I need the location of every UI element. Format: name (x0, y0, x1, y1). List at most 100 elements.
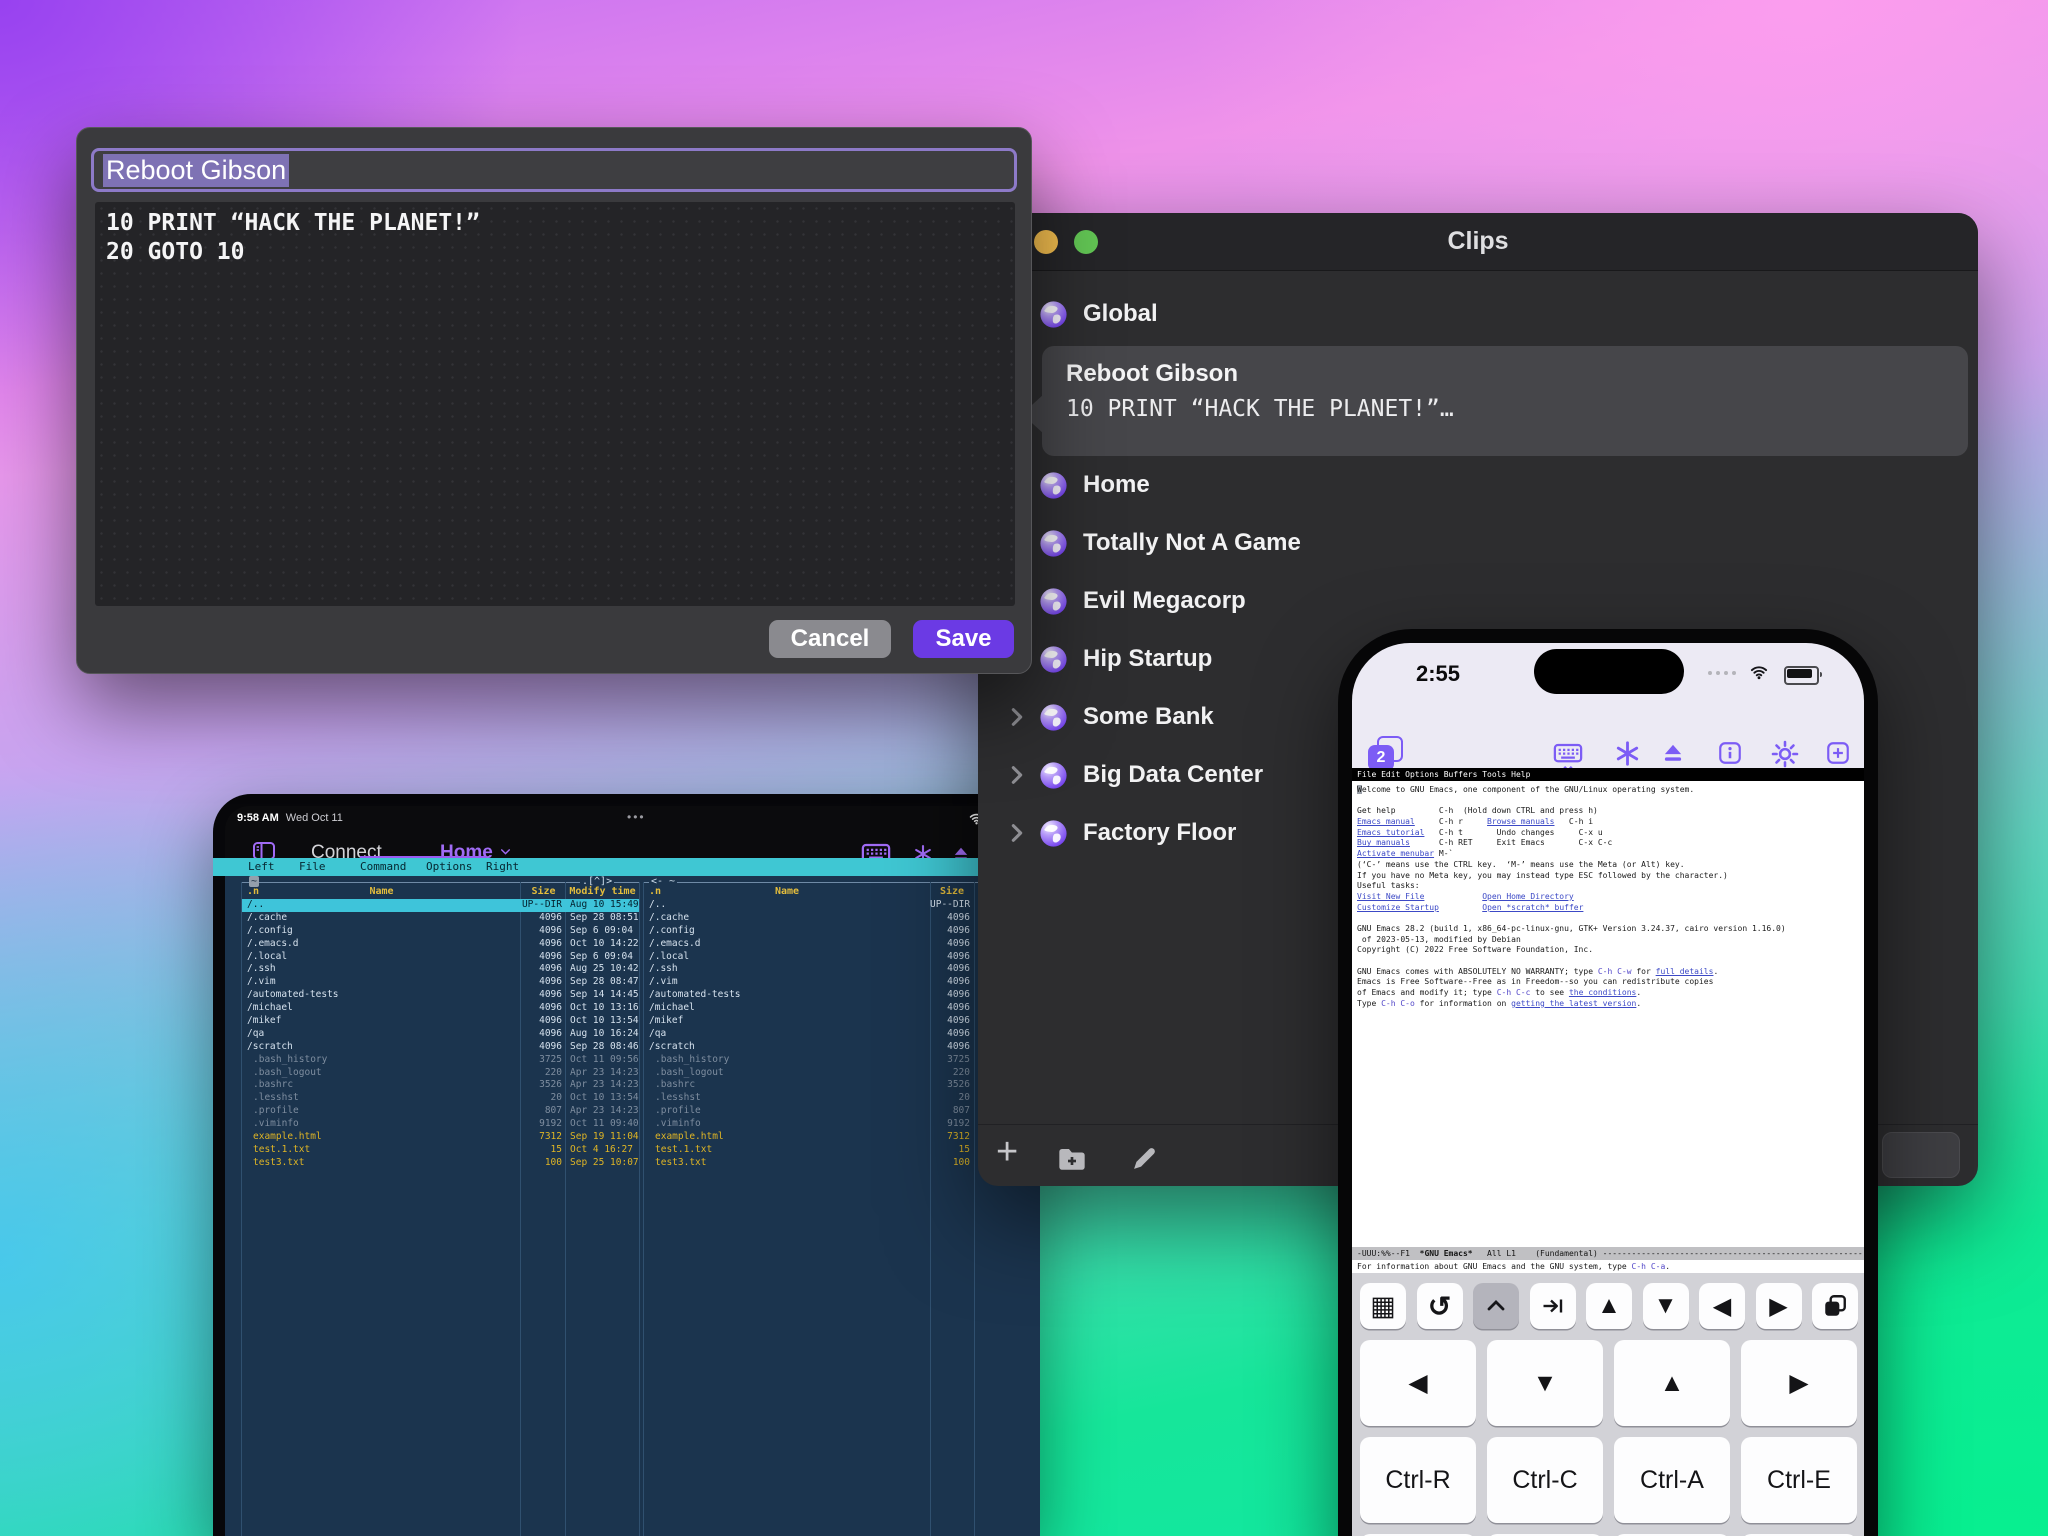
file-row[interactable]: example.html7312Sep 19 11:04 (242, 1131, 639, 1144)
clip-title-input[interactable]: Reboot Gibson (91, 148, 1017, 192)
new-folder-button[interactable] (1056, 1143, 1088, 1180)
column-size[interactable]: Size (521, 885, 566, 898)
key-ctrl-r[interactable]: Ctrl-R (1360, 1437, 1476, 1523)
file-row[interactable]: /.vim4096Sep 28 08:47 (242, 976, 639, 989)
clip-group-label: Some Bank (1083, 703, 1214, 731)
panel-header: .nNameSizeModify time (242, 885, 639, 898)
key-arrow[interactable]: ▼ (1487, 1340, 1603, 1426)
key-caret-up[interactable] (1473, 1283, 1519, 1329)
key-arrow-right[interactable]: ▶ (1756, 1283, 1802, 1329)
key-ctrl-e[interactable]: Ctrl-E (1741, 1437, 1857, 1523)
file-row[interactable]: .bash_history3725Oct 11 09:56 (242, 1054, 639, 1067)
key-arrow-left[interactable]: ◀ (1699, 1283, 1745, 1329)
chevron-right-icon[interactable] (1006, 822, 1040, 844)
column-name[interactable]: .nName (242, 885, 521, 898)
emacs-line: Get help C-h (Hold down CTRL and press h… (1357, 806, 1786, 817)
file-name: /automated-tests (644, 989, 930, 1002)
menu-left[interactable]: Left (248, 860, 275, 873)
file-row[interactable]: /.cache4096Sep 28 08:51 (242, 912, 639, 925)
chevron-right-icon[interactable] (1006, 764, 1040, 786)
file-row[interactable]: /.ssh4096Aug 25 10:42 (242, 963, 639, 976)
file-name: .bash_logout (242, 1067, 521, 1080)
emacs-menubar[interactable]: File Edit Options Buffers Tools Help (1352, 768, 1864, 781)
clip-code-editor[interactable]: 10 PRINT “HACK THE PLANET!” 20 GOTO 10 (95, 202, 1015, 606)
file-name: test.1.txt (644, 1144, 930, 1157)
file-row[interactable]: .bash_logout220Apr 23 14:23 (242, 1067, 639, 1080)
file-mtime: Oct 11 09:40 (566, 1118, 639, 1131)
file-row[interactable]: /.config4096Sep 6 09:04 (242, 925, 639, 938)
column-name[interactable]: .nName (644, 885, 930, 898)
multitask-dots[interactable]: ••• (627, 810, 646, 824)
clip-group-row[interactable]: Evil Megacorp (1006, 572, 1956, 630)
cancel-button[interactable]: Cancel (769, 620, 891, 658)
file-size: 4096 (930, 1015, 974, 1028)
save-button[interactable]: Save (913, 620, 1014, 658)
key-copy[interactable] (1812, 1283, 1858, 1329)
menu-file[interactable]: File (299, 860, 326, 873)
file-mtime: Aug 25 10:42 (566, 963, 639, 976)
file-row[interactable]: .bashrc3526Apr 23 14:23 (242, 1079, 639, 1092)
file-row[interactable]: .viminfo9192Oct 11 09:40 (242, 1118, 639, 1131)
file-name: /qa (242, 1028, 521, 1041)
key-arrow-down[interactable]: ▼ (1643, 1283, 1689, 1329)
file-name: .bashrc (644, 1079, 930, 1092)
menu-command[interactable]: Command (360, 860, 406, 873)
file-mtime: Apr 23 14:23 (566, 1079, 639, 1092)
file-name: /.cache (644, 912, 930, 925)
search-field[interactable] (1882, 1132, 1960, 1178)
file-row[interactable]: /.emacs.d4096Oct 10 14:22 (242, 938, 639, 951)
file-mtime: Sep 14 14:45 (566, 989, 639, 1002)
globe-icon (1040, 704, 1067, 731)
globe-icon (1040, 646, 1067, 673)
column-modify[interactable]: Modify time (566, 885, 639, 898)
chevron-right-icon[interactable] (1006, 706, 1040, 728)
menu-right[interactable]: Right (486, 860, 519, 873)
file-row[interactable]: .profile807Apr 23 14:23 (242, 1105, 639, 1118)
key-arrow[interactable]: ◀ (1360, 1340, 1476, 1426)
file-row[interactable]: /michael4096Oct 10 13:16 (242, 1002, 639, 1015)
selected-clip-card[interactable]: Reboot Gibson10 PRINT “HACK THE PLANET!”… (1042, 346, 1968, 456)
key-arrow[interactable]: ▶ (1741, 1340, 1857, 1426)
menu-options[interactable]: Options (426, 860, 472, 873)
emacs-line (1357, 956, 1786, 967)
key-tab-right[interactable] (1530, 1283, 1576, 1329)
key-arrow[interactable]: ▲ (1614, 1340, 1730, 1426)
file-row[interactable]: /.local4096Sep 6 09:04 (242, 951, 639, 964)
emacs-line: Emacs is Free Software--Free as in Freed… (1357, 977, 1786, 988)
file-row[interactable]: test3.txt100Sep 25 10:07 (242, 1157, 639, 1170)
info-icon[interactable] (1717, 740, 1743, 771)
clip-group-row[interactable]: Totally Not A Game (1006, 514, 1956, 572)
tab-switcher-button[interactable]: 2 (1368, 736, 1404, 772)
emacs-line: Type C-h C-o for information on getting … (1357, 999, 1786, 1010)
file-row[interactable]: .lesshst20Oct 10 13:54 (242, 1092, 639, 1105)
clips-titlebar[interactable]: Clips (978, 213, 1978, 271)
file-name: example.html (242, 1131, 521, 1144)
file-mtime: Oct 10 13:16 (566, 1002, 639, 1015)
column-size[interactable]: Size (930, 885, 974, 898)
clip-group-row[interactable]: Global (1006, 287, 1956, 341)
emacs-line: Emacs tutorial C-h t Undo changes C-x u (1357, 828, 1786, 839)
file-row[interactable]: /qa4096Aug 10 16:24 (242, 1028, 639, 1041)
add-icon[interactable] (1825, 740, 1851, 771)
file-row[interactable]: /scratch4096Sep 28 08:46 (242, 1041, 639, 1054)
edit-button[interactable] (1130, 1145, 1158, 1178)
key-undo[interactable]: ↺ (1417, 1283, 1463, 1329)
file-row[interactable]: /..UP--DIRAug 10 15:49 (242, 899, 639, 912)
mc-menubar[interactable]: Left File Command Options Right (213, 858, 1028, 876)
key-arrow-up[interactable]: ▲ (1586, 1283, 1632, 1329)
add-clip-button[interactable]: + (996, 1131, 1018, 1174)
eject-icon[interactable] (1660, 740, 1686, 771)
key-ctrl-c[interactable]: Ctrl-C (1487, 1437, 1603, 1523)
emacs-line: Emacs manual C-h r Browse manuals C-h i (1357, 817, 1786, 828)
key-grid[interactable]: ▦ (1360, 1283, 1406, 1329)
file-name: .bash_history (242, 1054, 521, 1067)
key-ctrl-a[interactable]: Ctrl-A (1614, 1437, 1730, 1523)
file-row[interactable]: /automated-tests4096Sep 14 14:45 (242, 989, 639, 1002)
emacs-buffer[interactable]: Welcome to GNU Emacs, one component of t… (1352, 781, 1864, 1247)
file-size: UP--DIR (930, 899, 974, 912)
file-row[interactable]: /mikef4096Oct 10 13:54 (242, 1015, 639, 1028)
file-size: 7312 (930, 1131, 974, 1144)
file-row[interactable]: test.1.txt15Oct 4 16:27 (242, 1144, 639, 1157)
clip-group-row[interactable]: Home (1006, 456, 1956, 514)
file-name: /.cache (242, 912, 521, 925)
